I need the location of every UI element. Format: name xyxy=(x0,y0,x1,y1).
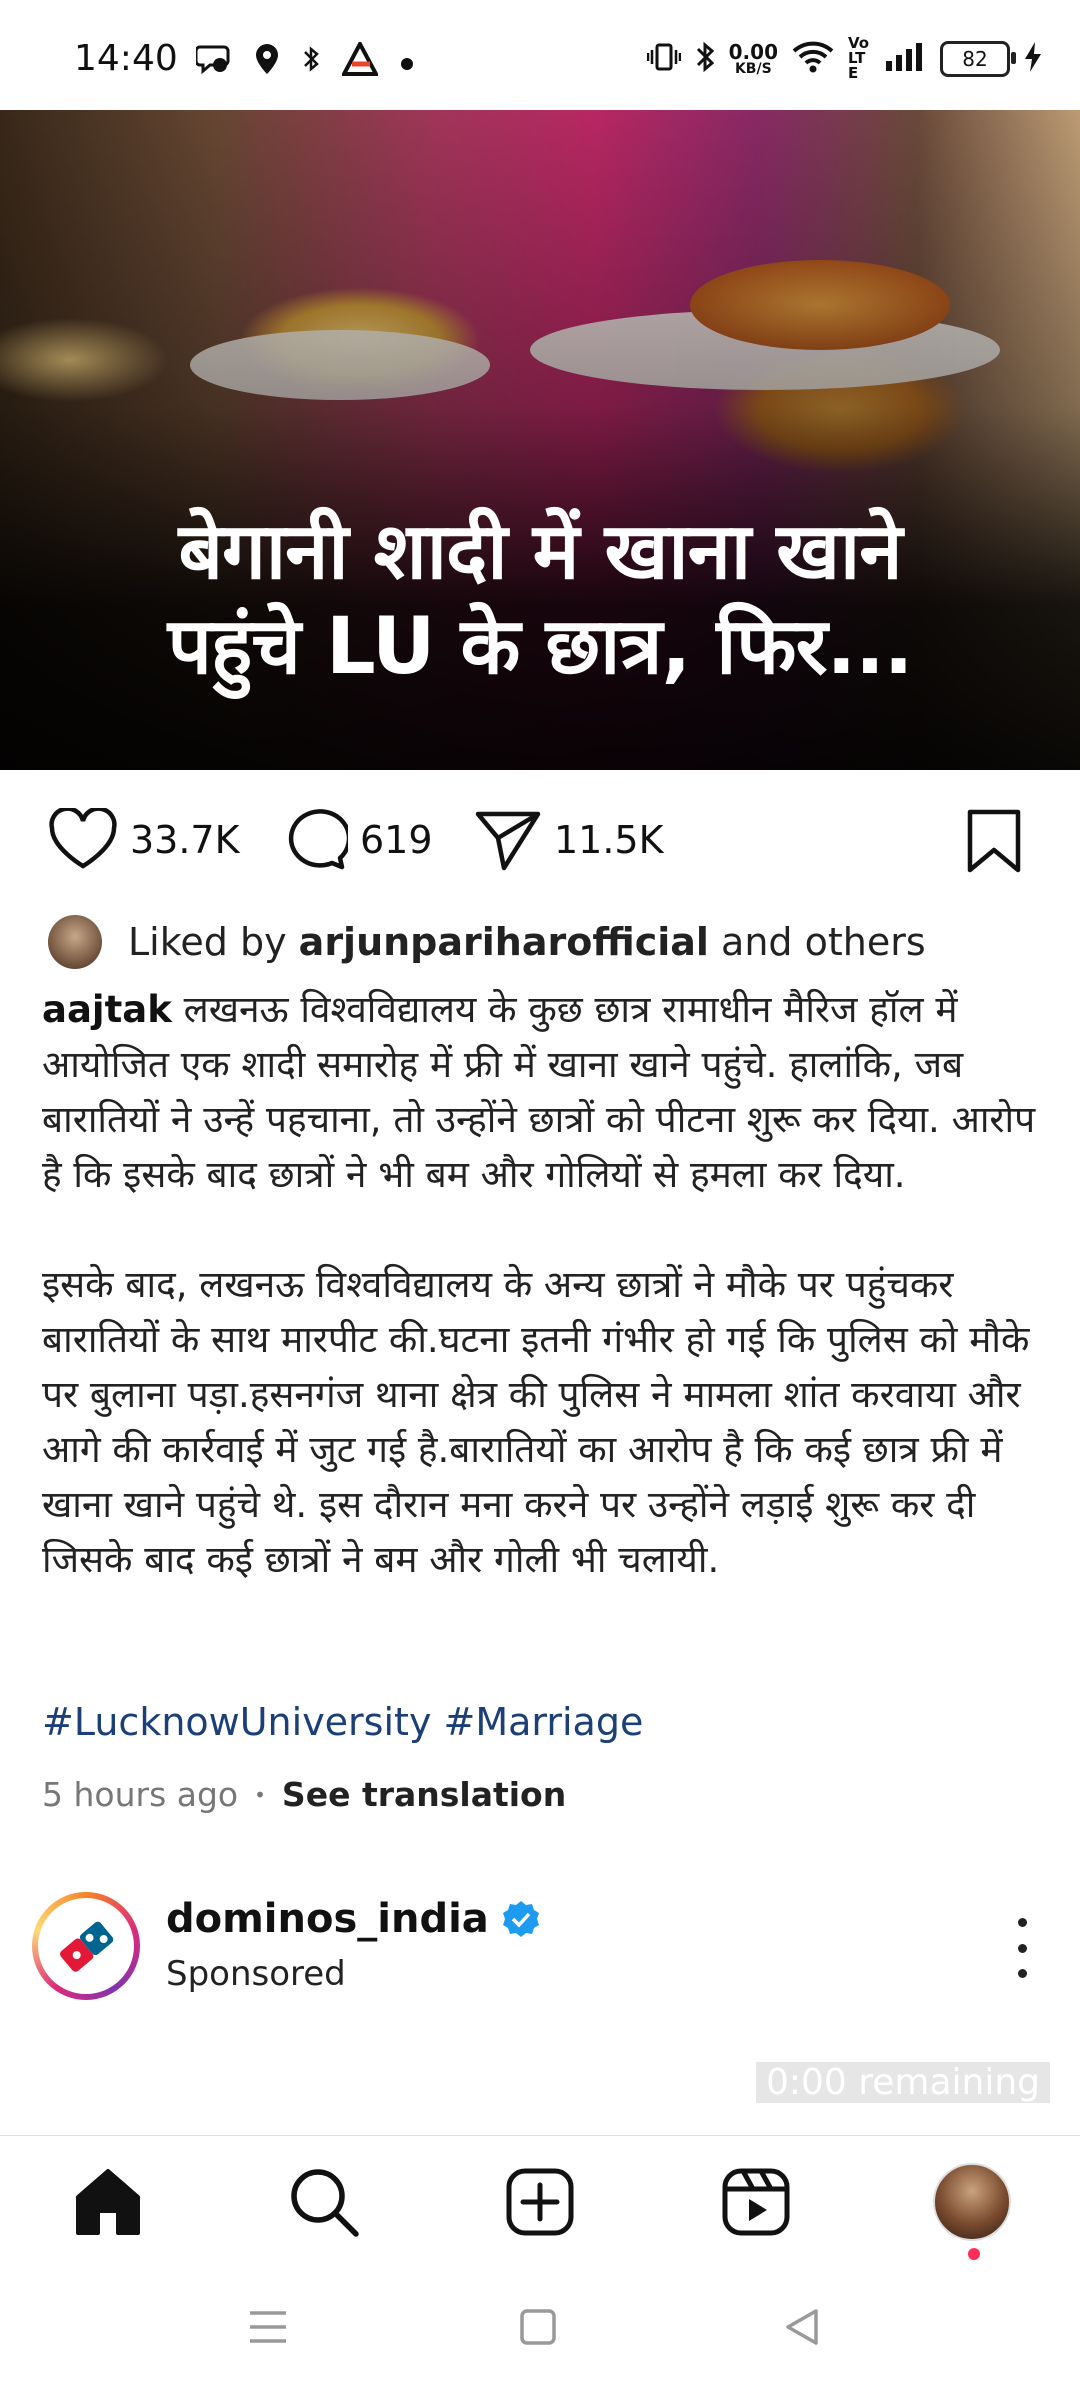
heart-icon xyxy=(49,808,117,869)
nav-reels[interactable] xyxy=(716,2162,796,2242)
hashtags[interactable]: #LucknowUniversity #Marriage xyxy=(42,1700,643,1744)
sponsor-username[interactable]: dominos_india xyxy=(166,1896,541,1942)
clock: 14:40 xyxy=(74,38,178,79)
post-timestamp: 5 hours ago xyxy=(42,1775,239,1814)
search-icon xyxy=(291,2169,359,2237)
profile-avatar xyxy=(933,2163,1011,2241)
battery-indicator: 82 xyxy=(940,40,1016,77)
more-dot-icon xyxy=(1017,1943,1027,1953)
liker-avatar xyxy=(48,915,102,969)
signal-icon xyxy=(884,41,926,77)
vibrate-icon xyxy=(646,42,681,76)
chat-bubble-icon xyxy=(194,43,232,81)
more-options-button[interactable] xyxy=(1002,1918,1042,1978)
bottom-navigation xyxy=(0,2135,1080,2266)
see-translation-link[interactable]: See translation xyxy=(282,1775,566,1814)
recents-button[interactable] xyxy=(246,2307,290,2351)
nav-create[interactable] xyxy=(500,2162,580,2242)
back-button[interactable] xyxy=(782,2307,822,2351)
meta-separator: • xyxy=(254,1782,266,1807)
post-actions: 33.7K 619 11.5K xyxy=(0,770,1080,905)
bookmark-icon xyxy=(967,809,1021,873)
sponsored-label: Sponsored xyxy=(166,1954,346,1994)
video-remaining-time: 0:00 remaining xyxy=(755,2062,1050,2103)
sponsor-avatar[interactable] xyxy=(32,1892,140,2000)
image-headline: बेगानी शादी में खाना खाने पहुंचे LU के छ… xyxy=(167,507,914,693)
back-triangle-icon xyxy=(786,2309,818,2345)
comment-button[interactable]: 619 xyxy=(280,808,433,872)
dot-icon xyxy=(400,47,414,77)
network-speed: 0.00 KB/S xyxy=(728,39,778,77)
more-dot-icon xyxy=(1017,1969,1027,1978)
square-icon xyxy=(520,2309,556,2345)
author-username[interactable]: aajtak xyxy=(42,988,172,1031)
create-icon xyxy=(506,2168,574,2236)
share-count: 11.5K xyxy=(554,818,664,862)
bluetooth-small-icon xyxy=(302,45,320,79)
post-image[interactable]: बेगानी शादी में खाना खाने पहुंचे LU के छ… xyxy=(0,110,1080,770)
bluetooth-icon xyxy=(695,41,715,77)
location-icon xyxy=(254,43,280,81)
status-bar: 14:40 0.00 KB/S Vo LTE 82 xyxy=(0,0,1080,110)
like-button[interactable]: 33.7K xyxy=(48,808,240,872)
sponsored-post-header: dominos_india Sponsored xyxy=(32,1888,1052,2008)
notification-icons xyxy=(194,39,414,82)
app-logo-icon xyxy=(340,39,380,82)
share-button[interactable]: 11.5K xyxy=(474,808,664,872)
send-icon xyxy=(475,811,541,871)
comment-count: 619 xyxy=(360,818,433,862)
charging-icon xyxy=(1024,41,1042,77)
save-button[interactable] xyxy=(966,808,1022,874)
home-icon xyxy=(76,2169,140,2235)
caption-paragraph-1: लखनऊ विश्वविद्यालय के कुछ छात्र रामाधीन … xyxy=(42,988,1036,1196)
reels-icon xyxy=(722,2168,790,2236)
liked-by-row[interactable]: Liked by arjunpariharofficial and others xyxy=(48,912,926,972)
liker-username: arjunpariharofficial xyxy=(298,920,709,964)
menu-icon xyxy=(250,2311,286,2343)
post-meta: 5 hours ago • See translation xyxy=(42,1775,566,1814)
like-count: 33.7K xyxy=(130,818,240,862)
volte-label: Vo LTE xyxy=(848,34,870,82)
nav-search[interactable] xyxy=(284,2162,364,2242)
nav-home[interactable] xyxy=(68,2162,148,2242)
system-navigation-bar xyxy=(0,2265,1080,2400)
liked-by-text: Liked by arjunpariharofficial and others xyxy=(128,920,926,964)
post-caption: aajtak लखनऊ विश्वविद्यालय के कुछ छात्र र… xyxy=(42,982,1042,1587)
verified-badge-icon xyxy=(502,1901,539,1937)
home-button[interactable] xyxy=(518,2307,558,2351)
notification-dot xyxy=(968,2248,980,2260)
wifi-icon xyxy=(792,41,834,77)
system-indicators: 0.00 KB/S Vo LTE 82 xyxy=(646,34,1042,82)
comment-icon xyxy=(288,809,348,870)
nav-profile[interactable] xyxy=(932,2162,1012,2242)
more-dot-icon xyxy=(1017,1918,1027,1927)
dominos-logo-icon xyxy=(60,1921,114,1972)
caption-paragraph-2: इसके बाद, लखनऊ विश्वविद्यालय के अन्य छात… xyxy=(42,1263,1030,1581)
